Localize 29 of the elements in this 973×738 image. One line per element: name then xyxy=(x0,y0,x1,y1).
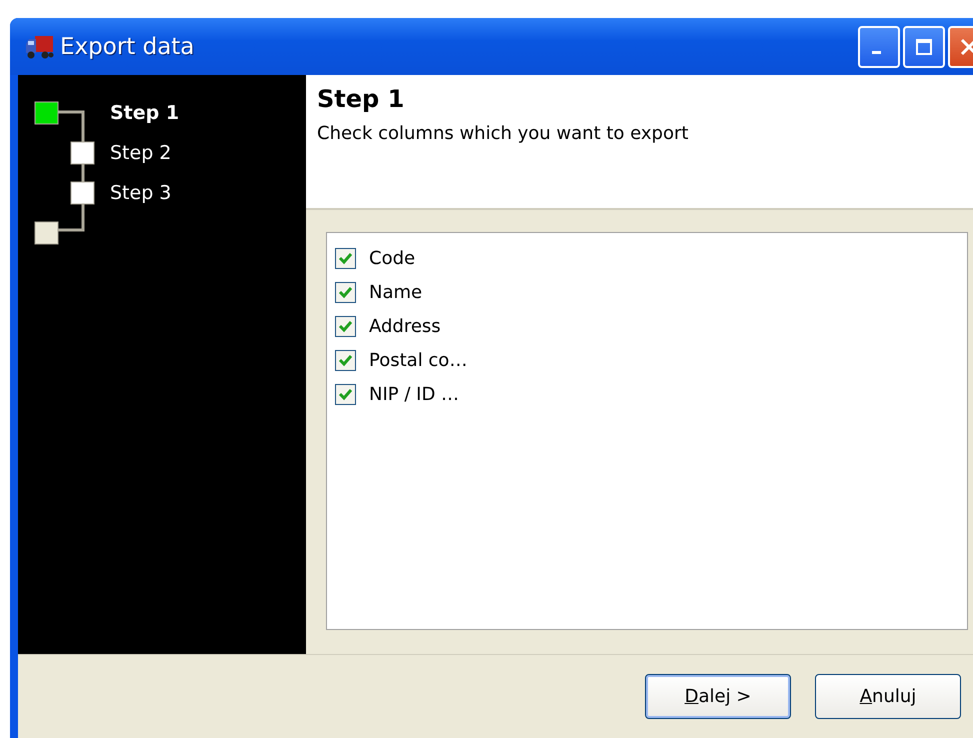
truck-icon xyxy=(24,34,54,60)
step-label[interactable]: Step 1 xyxy=(110,102,180,124)
cancel-button[interactable]: Anuluj xyxy=(815,674,961,719)
window-title: Export data xyxy=(60,34,194,60)
step-label[interactable]: Step 3 xyxy=(110,182,172,204)
checkbox[interactable] xyxy=(335,384,356,404)
column-label[interactable]: Postal co… xyxy=(369,350,468,370)
checkmark-icon xyxy=(338,352,353,368)
end-marker xyxy=(34,222,58,244)
checkmark-icon xyxy=(338,250,353,266)
step-description: Check columns which you want to export xyxy=(317,123,690,144)
checkmark-icon xyxy=(338,284,353,300)
step-title: Step 1 xyxy=(317,85,406,113)
column-label[interactable]: NIP / ID … xyxy=(369,384,460,404)
checkbox[interactable] xyxy=(335,316,356,336)
column-label[interactable]: Code xyxy=(369,248,416,268)
minimize-button[interactable] xyxy=(858,26,900,68)
maximize-icon xyxy=(915,38,933,56)
minimize-icon xyxy=(872,51,880,54)
next-button[interactable]: Dalej > xyxy=(645,674,791,719)
checkmark-icon xyxy=(338,318,353,334)
maximize-button[interactable] xyxy=(903,26,945,68)
checkmark-icon xyxy=(338,386,353,402)
checkbox[interactable] xyxy=(335,282,356,302)
step-label[interactable]: Step 2 xyxy=(110,142,172,164)
checkbox[interactable] xyxy=(335,248,356,268)
checkbox[interactable] xyxy=(335,350,356,370)
column-label[interactable]: Address xyxy=(369,316,441,336)
column-label[interactable]: Name xyxy=(369,282,422,302)
